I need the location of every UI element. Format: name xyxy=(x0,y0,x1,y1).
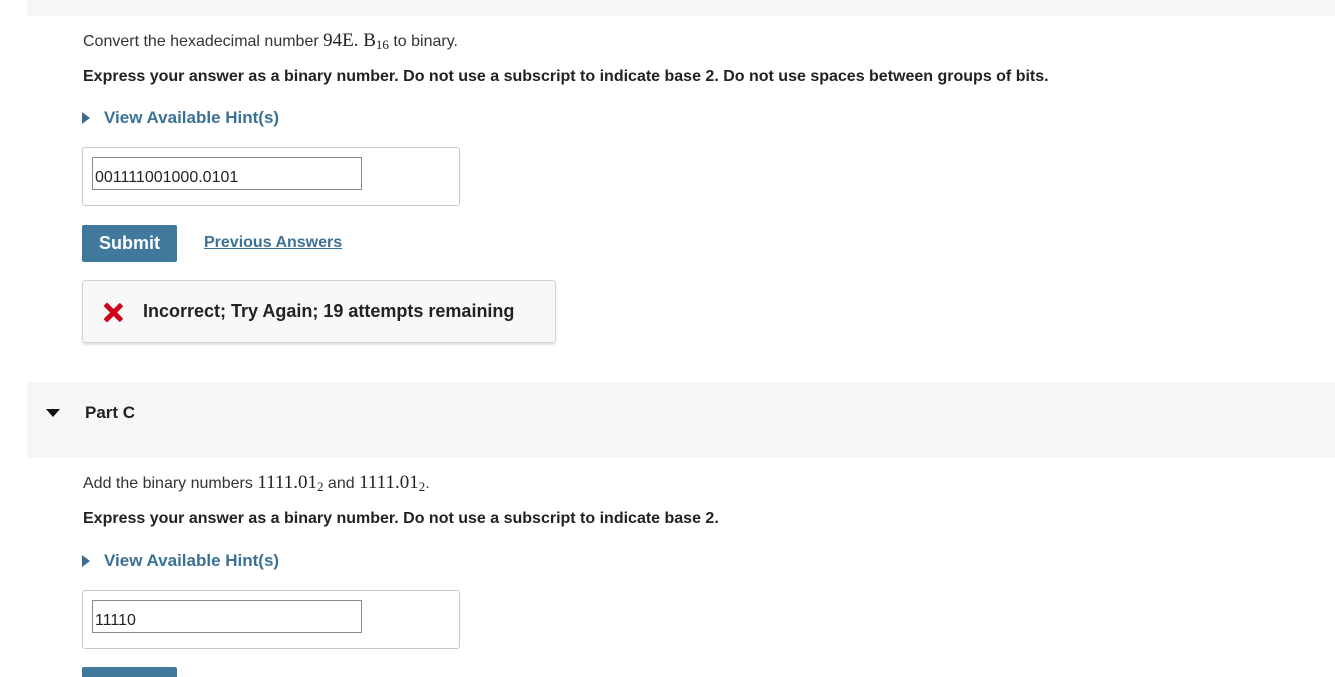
part-c-prompt: Add the binary numbers 1111.012 and 1111… xyxy=(83,472,430,494)
part-b-instruction: Express your answer as a binary number. … xyxy=(83,68,1049,85)
prompt-text: Add the binary numbers xyxy=(83,475,258,492)
binary-number-2-value: 1111.01 xyxy=(359,472,419,493)
part-b-hint-toggle[interactable]: View Available Hint(s) xyxy=(82,108,279,128)
part-c-answer-box xyxy=(82,590,460,649)
part-c-title: Part C xyxy=(85,403,136,422)
feedback-incorrect: Incorrect; Try Again; 19 attempts remain… xyxy=(82,280,556,343)
part-c-submit-button[interactable] xyxy=(82,667,177,677)
caret-down-icon xyxy=(46,409,60,417)
hex-base-subscript: 16 xyxy=(375,37,389,52)
part-c-header[interactable]: Part C xyxy=(27,382,1335,458)
part-c-instruction: Express your answer as a binary number. … xyxy=(83,510,719,527)
previous-answers-link[interactable]: Previous Answers xyxy=(204,234,342,252)
part-b-answer-input[interactable] xyxy=(92,157,362,190)
submit-button[interactable]: Submit xyxy=(82,225,177,262)
part-c-answer-input[interactable] xyxy=(92,600,362,633)
caret-right-icon xyxy=(82,112,90,124)
prompt-text: Convert the hexadecimal number xyxy=(83,33,324,50)
x-icon xyxy=(103,302,123,322)
part-c-hint-toggle[interactable]: View Available Hint(s) xyxy=(82,551,279,571)
prompt-text-end: . xyxy=(425,475,430,492)
caret-right-icon xyxy=(82,555,90,567)
hex-number-value: 94E. B xyxy=(323,30,376,51)
part-b-prompt: Convert the hexadecimal number 94E. B16 … xyxy=(83,30,458,52)
hint-label: View Available Hint(s) xyxy=(104,108,280,127)
previous-part-band xyxy=(27,0,1335,16)
feedback-message: Incorrect; Try Again; 19 attempts remain… xyxy=(143,301,515,321)
prompt-text-end: to binary. xyxy=(388,33,458,50)
hint-label: View Available Hint(s) xyxy=(104,551,280,570)
binary-number-2: 1111.012 xyxy=(359,472,425,493)
part-b-answer-box xyxy=(82,147,460,206)
binary-number-1: 1111.012 xyxy=(257,472,323,493)
binary-number-1-value: 1111.01 xyxy=(257,472,317,493)
hex-number: 94E. B16 xyxy=(323,30,389,51)
prompt-text-mid: and xyxy=(323,475,360,492)
